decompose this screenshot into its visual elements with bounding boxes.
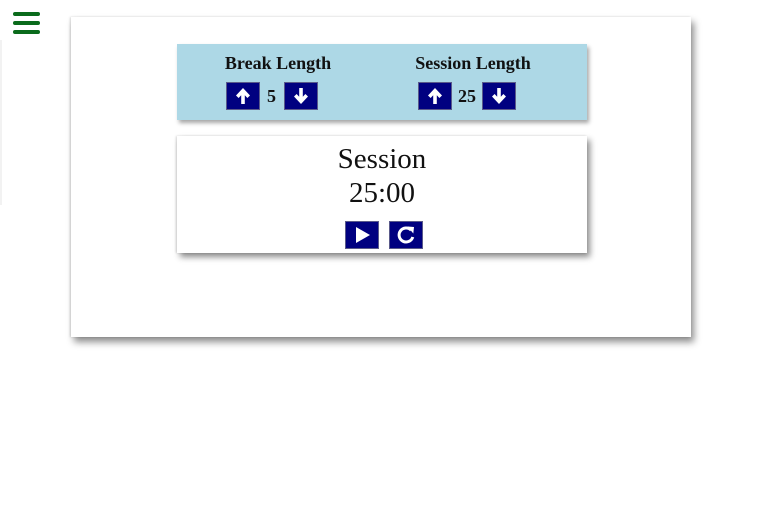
session-length-label: Session Length (415, 53, 531, 73)
menu-bar-bottom (13, 30, 40, 34)
timer-controls (180, 221, 587, 249)
session-decrement-button[interactable] (482, 82, 516, 110)
menu-bar-middle (13, 21, 40, 25)
hamburger-menu-icon[interactable] (13, 11, 40, 35)
arrow-down-icon (293, 88, 308, 104)
break-length-controls: 5 (190, 82, 353, 110)
session-increment-button[interactable] (418, 82, 452, 110)
session-length-setting: Session Length 25 (398, 52, 548, 110)
play-icon (355, 227, 370, 243)
break-length-label: Break Length (224, 53, 332, 73)
timer-display: 25:00 (348, 177, 416, 209)
break-length-value: 5 (267, 85, 276, 106)
arrow-down-icon (492, 88, 506, 104)
reset-button[interactable] (388, 221, 423, 249)
start-stop-button[interactable] (344, 221, 379, 249)
break-length-setting: Break Length 5 (203, 52, 353, 110)
arrow-up-icon (428, 88, 442, 104)
length-settings-panel: Break Length 5 Session Length 25 (177, 44, 587, 120)
session-length-value: 25 (458, 85, 476, 106)
menu-bar-top (13, 12, 40, 16)
sidebar-edge (0, 40, 2, 205)
timer-panel: Session 25:00 (177, 136, 587, 253)
break-decrement-button[interactable] (283, 82, 318, 110)
refresh-icon (397, 226, 414, 244)
timer-label: Session (337, 143, 427, 175)
pomodoro-app: Break Length 5 Session Length 25 Session… (0, 0, 759, 520)
session-length-controls: 25 (386, 82, 548, 110)
break-increment-button[interactable] (225, 82, 260, 110)
arrow-up-icon (235, 88, 250, 104)
clock-card: Break Length 5 Session Length 25 Session… (71, 17, 691, 337)
